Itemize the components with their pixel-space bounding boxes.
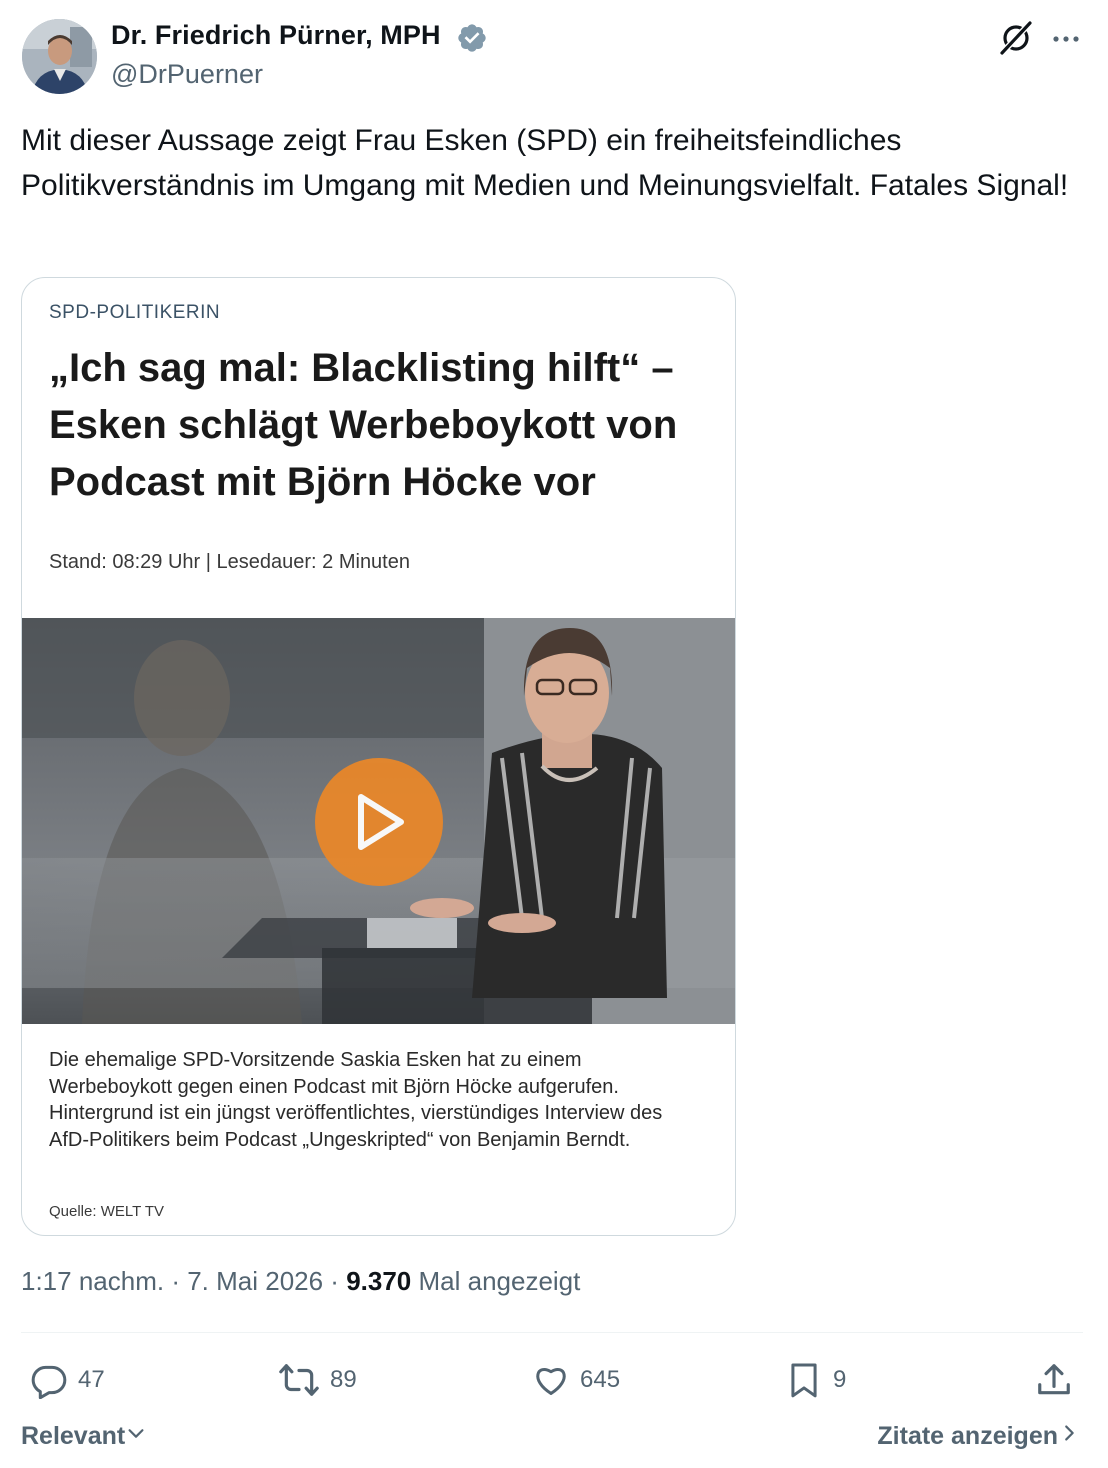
- card-meta: Stand: 08:29 Uhr | Lesedauer: 2 Minuten: [49, 551, 410, 573]
- card-source: Quelle: WELT TV: [49, 1203, 165, 1220]
- bookmark-count: 9: [833, 1366, 847, 1393]
- article-card[interactable]: SPD-POLITIKERIN „Ich sag mal: Blacklisti…: [21, 277, 736, 1236]
- reply-button[interactable]: 47: [30, 1358, 105, 1402]
- views-label: Mal angezeigt: [411, 1266, 581, 1296]
- reply-icon: [30, 1361, 68, 1399]
- views-count[interactable]: 9.370: [346, 1266, 411, 1296]
- bookmark-button[interactable]: 9: [785, 1358, 846, 1402]
- separator: ·: [323, 1266, 347, 1296]
- share-icon: [1035, 1361, 1073, 1399]
- sort-label: Relevant: [21, 1422, 126, 1450]
- author-display-name[interactable]: Dr. Friedrich Pürner, MPH: [111, 20, 441, 51]
- like-button[interactable]: 645: [532, 1358, 620, 1402]
- separator: ·: [164, 1266, 188, 1296]
- chevron-down-icon: [125, 1422, 147, 1451]
- repost-button[interactable]: 89: [278, 1358, 357, 1402]
- avatar[interactable]: [22, 19, 97, 94]
- grok-icon[interactable]: [998, 20, 1034, 56]
- tweet-timestamp-row: 1:17 nachm. · 7. Mai 2026 · 9.370 Mal an…: [21, 1266, 580, 1297]
- more-icon[interactable]: [1050, 25, 1082, 53]
- bookmark-icon: [785, 1361, 823, 1399]
- repost-count: 89: [330, 1366, 357, 1393]
- share-button[interactable]: [1035, 1358, 1073, 1402]
- card-headline: „Ich sag mal: Blacklisting hilft“ – Eske…: [49, 346, 678, 504]
- quotes-label: Zitate anzeigen: [877, 1422, 1058, 1450]
- view-quotes-link[interactable]: Zitate anzeigen: [877, 1422, 1080, 1451]
- repost-icon: [278, 1361, 320, 1399]
- like-count: 645: [580, 1366, 621, 1393]
- card-summary: Die ehemalige SPD-Vorsitzende Saskia Esk…: [49, 1049, 663, 1151]
- divider: [21, 1332, 1083, 1333]
- video-thumbnail[interactable]: [22, 618, 735, 1024]
- author-handle[interactable]: @DrPuerner: [111, 59, 263, 90]
- verified-badge-icon[interactable]: [456, 22, 488, 54]
- chevron-right-icon: [1058, 1422, 1080, 1451]
- play-button[interactable]: [315, 758, 443, 886]
- card-kicker: SPD-POLITIKERIN: [49, 302, 221, 323]
- tweet-time[interactable]: 1:17 nachm.: [21, 1266, 164, 1296]
- tweet-date[interactable]: 7. Mai 2026: [187, 1266, 323, 1296]
- tweet-text: Mit dieser Aussage zeigt Frau Esken (SPD…: [21, 124, 1069, 202]
- reply-count: 47: [78, 1366, 105, 1393]
- sort-dropdown[interactable]: Relevant: [21, 1422, 147, 1451]
- like-icon: [532, 1361, 570, 1399]
